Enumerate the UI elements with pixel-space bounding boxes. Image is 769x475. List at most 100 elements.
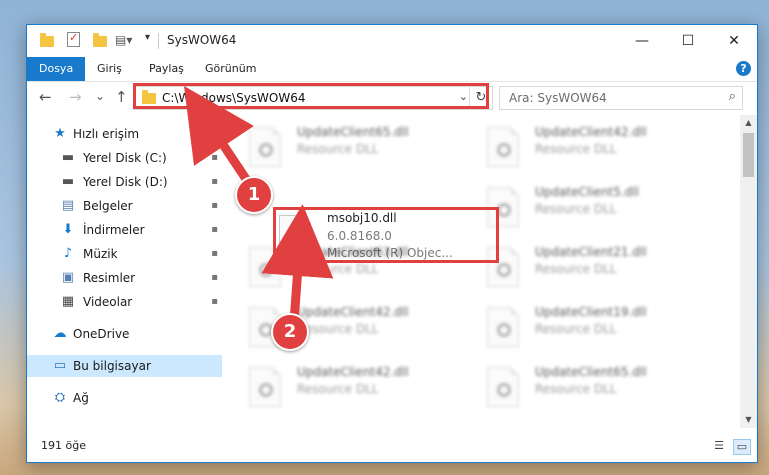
sidebar-item-label: Videolar [83, 295, 133, 309]
customize-quick-access-icon[interactable]: ▤▾ [115, 33, 132, 49]
sidebar-item-label: Ağ [73, 391, 89, 405]
vertical-scrollbar[interactable]: ▲ ▼ [740, 115, 757, 428]
minimize-button[interactable]: — [619, 25, 665, 57]
file-type: Resource DLL [535, 382, 617, 396]
file-item[interactable]: UpdateClient19.dll Resource DLL [487, 301, 707, 353]
scrollbar-thumb[interactable] [743, 133, 754, 177]
sidebar-item-local-disk-d[interactable]: ▬ Yerel Disk (D:) ▪ [27, 171, 222, 193]
dll-file-icon [487, 307, 521, 347]
drive-icon: ▬ [61, 174, 75, 189]
details-view-icon[interactable]: ☰ [711, 439, 727, 453]
file-name: UpdateClient65.dll [297, 125, 409, 139]
file-item[interactable]: UpdateClient65.dll Resource DLL [487, 361, 707, 413]
drive-icon: ▬ [61, 150, 75, 165]
help-icon[interactable]: ? [736, 61, 751, 76]
pin-icon[interactable]: ▪ [211, 195, 218, 217]
sidebar-item-label: Belgeler [83, 199, 133, 213]
sidebar-item-local-disk-c[interactable]: ▬ Yerel Disk (C:) ▪ [27, 147, 222, 169]
pin-icon[interactable]: ▪ [211, 243, 218, 265]
sidebar-item-videos[interactable]: ▦ Videolar ▪ [27, 291, 222, 313]
search-icon[interactable]: ⌕ [729, 89, 736, 104]
dll-file-icon [487, 127, 521, 167]
sidebar-item-label: Yerel Disk (C:) [83, 151, 167, 165]
sidebar-item-documents[interactable]: ▤ Belgeler ▪ [27, 195, 222, 217]
maximize-button[interactable]: ☐ [665, 25, 711, 57]
pin-icon[interactable]: ▪ [211, 171, 218, 193]
file-type: Resource DLL [535, 262, 617, 276]
sidebar-item-network[interactable]: ⛭ Ağ [27, 387, 222, 409]
computer-icon: ▭ [53, 358, 67, 373]
step-2-badge: 2 [271, 313, 309, 351]
file-name: UpdateClient19.dll [535, 305, 647, 319]
pin-icon[interactable]: ▪ [211, 147, 218, 169]
file-name: UpdateClient42.dll [297, 305, 409, 319]
sidebar-item-this-pc[interactable]: ▭ Bu bilgisayar [27, 355, 222, 377]
star-icon: ★ [54, 126, 66, 141]
dll-file-icon [249, 127, 283, 167]
tab-share[interactable]: Paylaş [137, 57, 196, 81]
onedrive-icon: ☁ [53, 326, 67, 341]
separator [158, 33, 159, 49]
navigation-pane: ★ Hızlı erişim ▬ Yerel Disk (C:) ▪ ▬ Yer… [27, 115, 222, 428]
pin-icon[interactable]: ▪ [211, 219, 218, 241]
sidebar-item-quick-access[interactable]: ★ Hızlı erişim [27, 123, 222, 145]
file-item[interactable]: UpdateClient42.dll Resource DLL [487, 121, 707, 173]
sidebar-item-label: OneDrive [73, 327, 130, 341]
file-item[interactable]: UpdateClient21.dll Resource DLL [487, 241, 707, 293]
up-button[interactable]: ↑ [115, 88, 128, 106]
sidebar-item-onedrive[interactable]: ☁ OneDrive [27, 323, 222, 345]
quick-access-dropdown-icon[interactable]: ▾ [145, 32, 150, 48]
scroll-up-icon[interactable]: ▲ [740, 115, 757, 131]
downloads-icon: ⬇ [62, 222, 74, 237]
step-1-badge: 1 [235, 176, 273, 214]
sidebar-item-label: İndirmeler [83, 223, 145, 237]
back-button[interactable]: ← [39, 88, 52, 106]
music-icon: ♪ [63, 246, 73, 261]
pin-icon[interactable]: ▪ [211, 267, 218, 289]
window-title: SysWOW64 [167, 33, 237, 47]
file-name: UpdateClient42.dll [297, 365, 409, 379]
status-bar: 191 öğe ☰ ▭ [27, 432, 757, 460]
pin-icon[interactable]: ▪ [211, 291, 218, 313]
ribbon-tabs: Dosya Giriş Paylaş Görünüm ? [27, 57, 757, 82]
forward-button[interactable]: → [69, 88, 82, 106]
sidebar-item-label: Hızlı erişim [73, 127, 140, 141]
network-icon: ⛭ [54, 390, 66, 405]
new-folder-icon[interactable] [93, 33, 107, 47]
sidebar-item-pictures[interactable]: ▣ Resimler ▪ [27, 267, 222, 289]
search-box[interactable]: Ara: SysWOW64 ⌕ [499, 86, 743, 110]
scroll-down-icon[interactable]: ▼ [740, 412, 757, 428]
file-item[interactable]: UpdateClient65.dll Resource DLL [249, 121, 469, 173]
sidebar-item-label: Yerel Disk (D:) [83, 175, 168, 189]
videos-icon: ▦ [61, 294, 75, 309]
file-type: Resource DLL [535, 202, 617, 216]
dll-file-icon [487, 367, 521, 407]
dll-file-icon [249, 367, 283, 407]
address-highlight-box [133, 83, 489, 109]
sidebar-item-label: Müzik [83, 247, 118, 261]
file-type: Resource DLL [535, 322, 617, 336]
file-item[interactable]: UpdateClient42.dll Resource DLL [249, 361, 469, 413]
sidebar-item-label: Bu bilgisayar [73, 359, 151, 373]
msobj10-highlight-box [273, 207, 499, 263]
tab-file[interactable]: Dosya [27, 57, 85, 81]
folder-icon [40, 33, 54, 47]
file-name: UpdateClient5.dll [535, 185, 639, 199]
file-name: UpdateClient65.dll [535, 365, 647, 379]
sidebar-item-music[interactable]: ♪ Müzik ▪ [27, 243, 222, 265]
item-count: 191 öğe [41, 439, 86, 452]
sidebar-item-downloads[interactable]: ⬇ İndirmeler ▪ [27, 219, 222, 241]
file-type: Resource DLL [297, 142, 379, 156]
file-name: UpdateClient42.dll [535, 125, 647, 139]
properties-icon[interactable]: ✓ [67, 31, 80, 47]
pictures-icon: ▣ [61, 270, 75, 285]
file-item[interactable]: UpdateClient5.dll Resource DLL [487, 181, 707, 233]
documents-icon: ▤ [61, 198, 75, 213]
tab-home[interactable]: Giriş [85, 57, 134, 81]
recent-locations-button[interactable]: ⌄ [95, 89, 105, 103]
tab-view[interactable]: Görünüm [193, 57, 268, 81]
tiles-view-icon[interactable]: ▭ [733, 439, 751, 455]
search-placeholder: Ara: SysWOW64 [509, 91, 607, 105]
close-button[interactable]: ✕ [711, 25, 757, 57]
explorer-window: ✓ ▤▾ ▾ SysWOW64 — ☐ ✕ Dosya Giriş Paylaş… [26, 24, 758, 463]
